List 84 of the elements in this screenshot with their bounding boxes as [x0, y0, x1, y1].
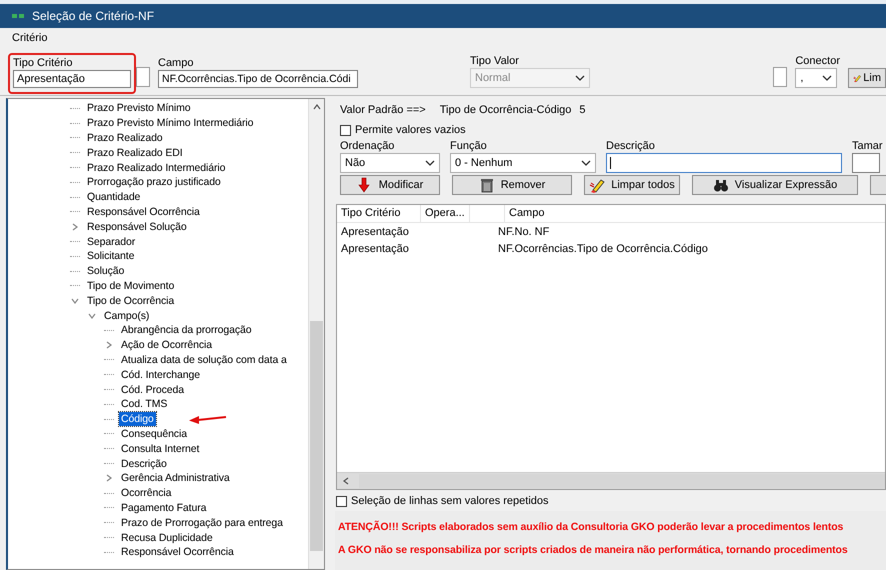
- checkbox[interactable]: [340, 124, 351, 136]
- app-icon: [12, 13, 26, 19]
- scrollbar[interactable]: [337, 472, 885, 489]
- default-value-field: Tipo de Ocorrência-Código: [440, 104, 572, 118]
- trash-icon: [478, 177, 495, 193]
- clear-button[interactable]: Lim: [848, 68, 886, 88]
- tree-item[interactable]: Consulta Internet: [119, 442, 202, 456]
- tree-item[interactable]: Gerência Administrativa: [119, 471, 232, 486]
- tree-item[interactable]: Prorrogação prazo justificado: [85, 175, 223, 190]
- tree-item[interactable]: Cód. Interchange: [119, 368, 202, 382]
- action-button[interactable]: Modificar: [340, 175, 440, 195]
- tree-item[interactable]: Responsável Solução: [85, 220, 189, 234]
- tree-item[interactable]: Solicitante: [85, 249, 136, 264]
- input-field[interactable]: NF.Ocorrências.Tipo de Ocorrência.Códi: [158, 70, 358, 88]
- tree-item[interactable]: Atualiza data de solução com data a: [119, 352, 289, 367]
- tree-item[interactable]: Prazo de Prorrogação para entrega: [119, 516, 285, 530]
- tree-item[interactable]: Prazo Realizado Intermediário: [85, 160, 228, 175]
- warning-text: A GKO não se responsabiliza por scripts criados de maneira não performática, tornando procedimentos: [338, 544, 849, 556]
- scrollbar[interactable]: [308, 99, 324, 569]
- table-cell-text: Apresentação: [340, 226, 410, 238]
- checkbox-label: Seleção de linhas sem valores repetidos: [351, 495, 549, 507]
- caret-icon: [424, 158, 436, 168]
- field-label: Tipo Valor: [470, 55, 520, 68]
- action-button[interactable]: Visualizar Expressão: [692, 175, 858, 195]
- default-value: 5: [579, 104, 586, 118]
- tree-item[interactable]: Quantidade: [85, 190, 142, 204]
- tree-item[interactable]: Cód. Proceda: [119, 382, 186, 397]
- window-title: Seleção de Critério-NF: [32, 9, 154, 23]
- caret-icon: [821, 73, 834, 83]
- field-label: Tipo Critério: [13, 57, 74, 70]
- warning-text: ATENÇÃO!!! Scripts elaborados sem auxílio da Consultoria GKO poderão levar a procedimentos lentos: [338, 521, 844, 533]
- dropdown[interactable]: ,: [795, 68, 838, 88]
- checkbox[interactable]: [136, 67, 150, 87]
- input-field[interactable]: [606, 153, 842, 173]
- scroll-left-icon: [342, 476, 350, 486]
- tree-item[interactable]: Responsável Ocorrência: [119, 545, 236, 560]
- checkbox[interactable]: [773, 67, 788, 87]
- checkbox-label: Permite valores vazios: [355, 124, 466, 136]
- field-label: Função: [450, 140, 488, 153]
- tree-item[interactable]: Campo(s): [102, 308, 152, 323]
- action-button[interactable]: Limpar todos: [584, 175, 680, 195]
- default-value-label: Valor Padrão ==>: [340, 104, 426, 118]
- column-header[interactable]: Tipo Critério: [337, 205, 421, 222]
- tree-item[interactable]: Pagamento Fatura: [119, 500, 208, 515]
- field-label: Campo: [158, 57, 194, 70]
- table-cell-text: NF.Ocorrências.Tipo de Ocorrência.Código: [497, 242, 709, 254]
- caret-icon: [580, 158, 592, 168]
- tree-item[interactable]: Responsável Ocorrência: [85, 204, 202, 219]
- column-header[interactable]: Campo: [505, 205, 886, 222]
- tree-item[interactable]: Descrição: [119, 456, 169, 471]
- tree-item[interactable]: Prazo Realizado EDI: [85, 146, 185, 160]
- tree-item[interactable]: Cod. TMS: [119, 397, 170, 412]
- action-button[interactable]: Remover: [452, 175, 572, 195]
- tree-item[interactable]: Prazo Previsto Mínimo: [85, 101, 193, 116]
- dropdown[interactable]: 0 - Nenhum: [450, 153, 596, 173]
- table-cell-text: NF.No. NF: [497, 226, 550, 238]
- scroll-up-icon: [312, 103, 322, 111]
- table-cell-text: Apresentação: [340, 242, 410, 254]
- field-label: Descrição: [606, 140, 656, 153]
- tree-item[interactable]: Tipo de Ocorrência: [85, 294, 176, 308]
- tree-item[interactable]: Código: [119, 412, 156, 426]
- tree-item[interactable]: Tipo de Movimento: [85, 278, 176, 293]
- field-label: Tamar: [852, 140, 880, 153]
- tree-item[interactable]: Solução: [85, 264, 126, 278]
- field-label: Ordenação: [340, 140, 396, 153]
- field-label: Conector: [795, 55, 840, 68]
- tree-item[interactable]: Separador: [85, 234, 138, 249]
- eraser-icon: [589, 177, 606, 193]
- scroll-thumb[interactable]: [359, 474, 885, 488]
- binoculars-icon: [712, 177, 729, 193]
- tree-item[interactable]: Ocorrência: [119, 486, 174, 500]
- tree-item[interactable]: Consequência: [119, 426, 189, 441]
- checkbox[interactable]: [336, 496, 347, 506]
- tree-item[interactable]: Prazo Realizado: [85, 130, 165, 145]
- menu-item[interactable]: Critério: [12, 32, 48, 44]
- input-field[interactable]: Apresentação: [13, 70, 131, 88]
- tree-item[interactable]: Recusa Duplicidade: [119, 530, 215, 544]
- tree-item[interactable]: Ação de Ocorrência: [119, 338, 214, 352]
- scroll-thumb[interactable]: [310, 321, 323, 551]
- tree-item[interactable]: Abrangência da prorrogação: [119, 323, 254, 338]
- input-field[interactable]: [852, 153, 880, 173]
- caret-icon: [574, 73, 586, 83]
- tree-item[interactable]: Prazo Previsto Mínimo Intermediário: [85, 116, 256, 130]
- dropdown[interactable]: Não: [340, 153, 440, 173]
